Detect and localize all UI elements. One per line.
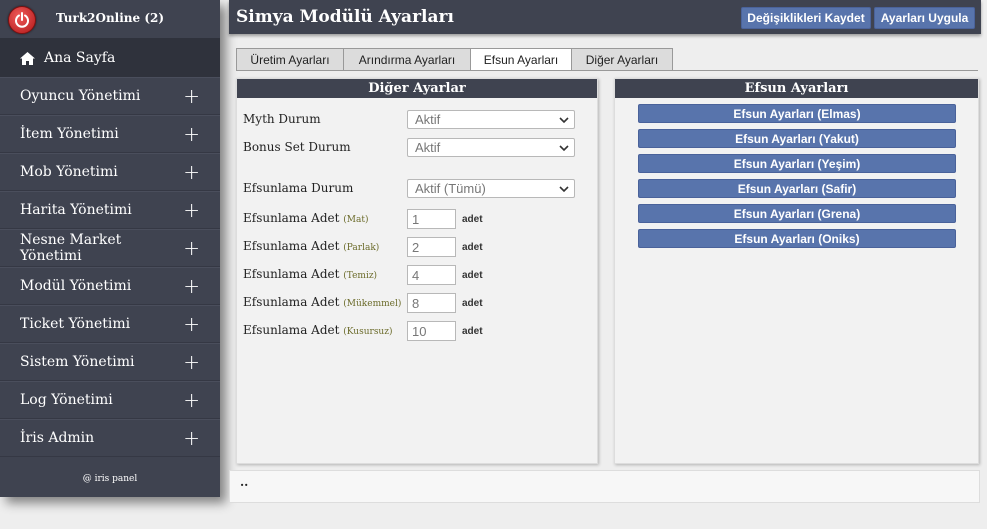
unit-label: adet: [462, 214, 483, 225]
apply-settings-button[interactable]: Ayarları Uygula: [874, 7, 975, 29]
efsun-settings-button[interactable]: Efsun Ayarları (Yakut): [638, 129, 956, 148]
sidebar-menu-item[interactable]: Mob Yönetimi +: [0, 153, 220, 191]
efsun-adet-text: Efsunlama Adet: [243, 295, 340, 309]
bonus-label: Bonus Set Durum: [243, 140, 351, 154]
select-value: Aktif (Tümü): [415, 181, 486, 196]
myth-label: Myth Durum: [243, 112, 321, 126]
sidebar: Turk2Online (2) Ana Sayfa Oyuncu Yönetim…: [0, 0, 220, 497]
save-changes-button[interactable]: Değişiklikleri Kaydet: [741, 7, 871, 29]
home-icon: [20, 51, 35, 65]
chevron-down-icon: [559, 145, 569, 152]
efsun-settings-panel: Efsun Ayarları Efsun Ayarları (Elmas) Efs…: [614, 78, 979, 464]
tab-efsun[interactable]: Efsun Ayarları: [470, 48, 572, 71]
efsun-adet-text: Efsunlama Adet: [243, 267, 340, 281]
efsun-adet-label: Efsunlama Adet (Temiz): [243, 267, 377, 281]
unit-label: adet: [462, 242, 483, 253]
sidebar-item-label: Ana Sayfa: [44, 50, 116, 66]
efsun-adet-text: Efsunlama Adet: [243, 323, 340, 337]
server-title: Turk2Online (2): [55, 11, 165, 25]
efsun-adet-label: Efsunlama Adet (Parlak): [243, 239, 379, 253]
sidebar-menu-item[interactable]: Harita Yönetimi +: [0, 191, 220, 229]
efsun-grade: (Temiz): [343, 271, 378, 281]
efsun-adet-label: Efsunlama Adet (Mat): [243, 211, 369, 225]
sidebar-item-label: Nesne Market Yönetimi: [20, 232, 122, 264]
sidebar-menu-item[interactable]: Log Yönetimi +: [0, 381, 220, 419]
efsun-adet-text: Efsunlama Adet: [243, 211, 340, 225]
efsun-settings-button[interactable]: Efsun Ayarları (Safir): [638, 179, 956, 198]
efsun-adet-input[interactable]: 8: [407, 293, 456, 313]
sidebar-item-home[interactable]: Ana Sayfa: [0, 39, 220, 77]
bottom-panel: ..: [229, 470, 980, 503]
myth-select[interactable]: Aktif: [407, 110, 575, 129]
sidebar-item-label: Ticket Yönetimi: [20, 316, 131, 332]
sidebar-item-label: Mob Yönetimi: [20, 164, 118, 180]
chevron-down-icon: [559, 186, 569, 193]
plus-icon[interactable]: +: [183, 314, 200, 334]
sidebar-item-label: Sistem Yönetimi: [20, 354, 135, 370]
tab-bar: Üretim Ayarları Arındırma Ayarları Efsun…: [236, 48, 673, 71]
plus-icon[interactable]: +: [183, 276, 200, 296]
select-value: Aktif: [415, 112, 441, 127]
unit-label: adet: [462, 270, 483, 281]
panel-title: Efsun Ayarları: [615, 79, 978, 98]
sidebar-item-label: Modül Yönetimi: [20, 278, 132, 294]
page-title: Simya Modülü Ayarları: [236, 7, 454, 27]
unit-label: adet: [462, 326, 483, 337]
sidebar-item-label: Oyuncu Yönetimi: [20, 88, 141, 104]
plus-icon[interactable]: +: [183, 428, 200, 448]
efsun-settings-button[interactable]: Efsun Ayarları (Elmas): [638, 104, 956, 123]
efsun-grade: (Parlak): [343, 243, 380, 253]
plus-icon[interactable]: +: [183, 124, 200, 144]
efsun-adet-text: Efsunlama Adet: [243, 239, 340, 253]
other-settings-panel: Diğer Ayarlar Myth Durum Aktif Bonus Set…: [236, 78, 598, 464]
efsun-adet-label: Efsunlama Adet (Kusursuz): [243, 323, 392, 337]
sidebar-item-label: İris Admin: [20, 430, 95, 446]
plus-icon[interactable]: +: [183, 352, 200, 372]
tab-arindirma[interactable]: Arındırma Ayarları: [343, 48, 471, 70]
sidebar-menu-item[interactable]: Oyuncu Yönetimi +: [0, 77, 220, 115]
efsun-grade: (Mükemmel): [343, 299, 402, 309]
plus-icon[interactable]: +: [183, 200, 200, 220]
bonus-select[interactable]: Aktif: [407, 138, 575, 157]
unit-label: adet: [462, 298, 483, 309]
efsun-durum-label: Efsunlama Durum: [243, 181, 354, 195]
sidebar-item-label: Harita Yönetimi: [20, 202, 132, 218]
efsun-adet-input[interactable]: 2: [407, 237, 456, 257]
efsun-adet-input[interactable]: 4: [407, 265, 456, 285]
efsun-adet-input[interactable]: 1: [407, 209, 456, 229]
tab-uretim[interactable]: Üretim Ayarları: [236, 48, 344, 70]
sidebar-menu-item[interactable]: Sistem Yönetimi +: [0, 343, 220, 381]
chevron-down-icon: [559, 117, 569, 124]
efsun-settings-button[interactable]: Efsun Ayarları (Oniks): [638, 229, 956, 248]
sidebar-item-label: Log Yönetimi: [20, 392, 113, 408]
sidebar-menu: Oyuncu Yönetimi + İtem Yönetimi + Mob Yöneti…: [0, 77, 220, 457]
sidebar-footer: @ iris panel: [82, 474, 138, 484]
tab-divider: [236, 70, 978, 71]
efsun-grade: (Mat): [343, 215, 369, 225]
panel-title: Diğer Ayarlar: [237, 79, 597, 98]
top-bar: Simya Modülü Ayarları Değişiklikleri Kay…: [229, 0, 981, 34]
plus-icon[interactable]: +: [183, 86, 200, 106]
efsun-adet-label: Efsunlama Adet (Mükemmel): [243, 295, 401, 309]
sidebar-item-label: İtem Yönetimi: [20, 126, 119, 142]
plus-icon[interactable]: +: [183, 162, 200, 182]
efsun-adet-input[interactable]: 10: [407, 321, 456, 341]
efsun-settings-button[interactable]: Efsun Ayarları (Yeşim): [638, 154, 956, 173]
efsun-grade: (Kusursuz): [343, 327, 393, 337]
tab-diger[interactable]: Diğer Ayarları: [571, 48, 673, 70]
efsun-durum-select[interactable]: Aktif (Tümü): [407, 179, 575, 198]
plus-icon[interactable]: +: [183, 390, 200, 410]
sidebar-menu-item[interactable]: Ticket Yönetimi +: [0, 305, 220, 343]
sidebar-menu-item[interactable]: Modül Yönetimi +: [0, 267, 220, 305]
sidebar-menu-item[interactable]: İtem Yönetimi +: [0, 115, 220, 153]
efsun-settings-button[interactable]: Efsun Ayarları (Grena): [638, 204, 956, 223]
select-value: Aktif: [415, 140, 441, 155]
plus-icon[interactable]: +: [183, 238, 200, 258]
sidebar-menu-item[interactable]: Nesne Market Yönetimi +: [0, 229, 220, 267]
sidebar-menu-item[interactable]: İris Admin +: [0, 419, 220, 457]
sidebar-header: Turk2Online (2): [0, 0, 220, 39]
bottom-text: ..: [240, 475, 249, 489]
